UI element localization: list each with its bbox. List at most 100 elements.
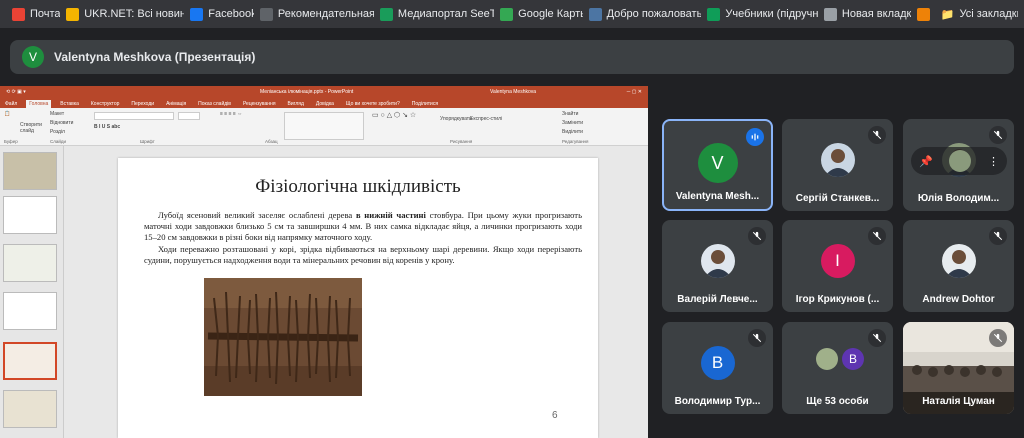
participant-tile[interactable]: Andrew Dohtor <box>903 220 1014 312</box>
participant-avatar: V <box>697 143 738 183</box>
text-options-box[interactable] <box>284 112 364 140</box>
slide-paragraph-2: Ходи переважно розташовані у корі, зрідк… <box>144 243 582 265</box>
arrange-button[interactable]: Упорядкувати <box>440 116 472 122</box>
link-icon <box>259 7 273 21</box>
bookmark-item[interactable]: Google Карты <box>494 3 583 25</box>
bookmark-label: Добро пожаловать... <box>606 8 702 20</box>
font-name-box[interactable] <box>94 112 174 120</box>
font-format-icons[interactable]: B I U S abc <box>94 124 120 130</box>
participant-tile[interactable]: Валерій Левче... <box>662 220 773 312</box>
person-photo-icon <box>944 250 973 278</box>
paste-icon[interactable]: 📋 <box>4 111 10 117</box>
shared-screen[interactable]: ⟲ ⟳ ▣ ▾ Меліанська ілюмінація.pptx - Pow… <box>0 86 648 438</box>
quick-styles-button[interactable]: Експрес-стилі <box>470 116 502 122</box>
all-bookmarks-button[interactable]: 📁 Усі закладки <box>935 3 1018 25</box>
ribbon-tab[interactable]: Вигляд <box>285 100 307 108</box>
select-button[interactable]: Виділити <box>562 129 583 135</box>
reset-button[interactable]: Відновити <box>50 120 73 126</box>
avatar: В <box>842 348 864 370</box>
slide-thumbnail[interactable] <box>3 292 57 330</box>
bookmark-item[interactable] <box>911 3 934 25</box>
folder-icon: 📁 <box>940 8 955 21</box>
ribbon-tab[interactable]: Поділитися <box>409 100 441 108</box>
all-bookmarks-label: Усі закладки <box>959 8 1018 20</box>
quick-access-icons[interactable]: ⟲ ⟳ ▣ ▾ <box>6 89 26 95</box>
participant-avatar: В <box>700 346 735 380</box>
slide-thumbnail[interactable] <box>3 196 57 234</box>
book-icon <box>707 7 721 21</box>
slide-editor[interactable]: Фізіологічна шкідливість Лубоїд ясеновий… <box>64 146 648 438</box>
new-slide-label: Створити слайд <box>20 122 42 134</box>
bookmark-item[interactable]: Рекомендательная... <box>254 3 374 25</box>
ribbon-tab[interactable]: Рецензування <box>240 100 279 108</box>
layout-button[interactable]: Макет <box>50 111 73 117</box>
window-controls-icon[interactable]: ─ ▢ ✕ <box>627 89 642 95</box>
font-size-box[interactable] <box>178 112 200 120</box>
more-options-icon[interactable]: ⋮ <box>988 155 999 168</box>
avatar <box>816 348 838 370</box>
mic-off-icon <box>989 329 1007 347</box>
mail-icon <box>12 7 25 21</box>
slide-title[interactable]: Фізіологічна шкідливість <box>118 176 598 198</box>
ribbon-tab[interactable]: Переходи <box>128 100 157 108</box>
bookmark-label: Facebook <box>208 8 254 20</box>
bookmark-item[interactable]: Добро пожаловать... <box>583 3 702 25</box>
participant-name: Наталія Цуман <box>922 396 995 407</box>
ribbon-tab[interactable]: Довідка <box>313 100 337 108</box>
participant-avatar: I <box>820 244 855 278</box>
replace-button[interactable]: Замінити <box>562 120 583 126</box>
bookmark-item[interactable]: Новая вкладка <box>818 3 912 25</box>
slide-thumbnail-selected[interactable] <box>3 342 57 380</box>
shapes-gallery[interactable]: ▭ ○ △ ⬡ ↘ ☆ <box>372 111 416 119</box>
participant-name: Valentyna Mesh... <box>675 191 760 202</box>
ribbon-tab[interactable]: Анімація <box>163 100 189 108</box>
facebook-icon <box>190 7 204 21</box>
ppt-file-title: Меліанська ілюмінація.pptx - PowerPoint <box>260 89 354 95</box>
bookmark-label: Рекомендательная... <box>277 8 374 20</box>
slide-thumbnail[interactable] <box>3 390 57 428</box>
bookmark-item[interactable]: Учебники (підручн... <box>701 3 818 25</box>
ukrnet-icon <box>66 7 80 21</box>
participant-name: Ігор Крикунов (... <box>795 294 880 305</box>
ribbon-tab[interactable]: Головна <box>26 100 52 108</box>
ribbon-tab[interactable]: Вставка <box>57 100 82 108</box>
mic-off-icon <box>989 126 1007 144</box>
slide-thumbnail[interactable] <box>3 244 57 282</box>
font-label: Шрифт <box>140 139 155 144</box>
ribbon-tab[interactable]: Що ви хочете зробити? <box>343 100 403 108</box>
bookmark-item[interactable]: Facebook <box>184 3 254 25</box>
ribbon-tab[interactable]: Файл <box>2 100 20 108</box>
pin-icon[interactable]: 📌 <box>919 155 933 168</box>
section-button[interactable]: Розділ <box>50 129 73 135</box>
participant-tile[interactable]: V Valentyna Mesh... <box>662 119 773 211</box>
participant-tile[interactable]: В Володимир Тур... <box>662 322 773 414</box>
bookmark-item[interactable]: Почта <box>6 3 60 25</box>
participant-tile[interactable]: 📌 ⋮ Юлія Володим... <box>903 119 1014 211</box>
participant-tile[interactable]: Наталія Цуман <box>903 322 1014 414</box>
seet-icon <box>379 7 393 21</box>
paragraph-icons[interactable]: ≡ ≡ ≡ ≡ ⇔ <box>220 111 242 117</box>
maps-icon <box>500 7 514 21</box>
bookmark-label: Медиапортал SeeT... <box>397 8 495 20</box>
slides-group: Макет Відновити Розділ <box>50 111 73 135</box>
find-button[interactable]: Знайти <box>562 111 583 117</box>
current-slide[interactable]: Фізіологічна шкідливість Лубоїд ясеновий… <box>118 158 598 438</box>
slide-body-text[interactable]: Лубоїд ясеновий великий заселяє ослаблен… <box>144 210 582 266</box>
bookmark-item[interactable]: UKR.NET: Всі новин... <box>60 3 184 25</box>
participant-name: Ще 53 особи <box>806 396 869 407</box>
slide-number: 6 <box>552 410 558 421</box>
new-slide-button[interactable]: Створити слайд <box>20 122 44 134</box>
vk-icon <box>588 7 602 21</box>
participant-tile[interactable]: Сергій Станкев... <box>782 119 893 211</box>
slide-thumbnails-panel[interactable] <box>0 146 64 438</box>
participant-tile[interactable]: I Ігор Крикунов (... <box>782 220 893 312</box>
participant-avatar <box>700 244 735 278</box>
ribbon-tab[interactable]: Конструктор <box>88 100 123 108</box>
ribbon-tab[interactable]: Показ слайдів <box>195 100 234 108</box>
more-avatars: В <box>816 348 864 370</box>
bookmark-item[interactable]: Медиапортал SeeT... <box>374 3 494 25</box>
slide-thumbnail[interactable] <box>3 152 57 190</box>
bookmark-label: Новая вкладка <box>841 8 912 20</box>
participant-tile[interactable]: В Ще 53 особи <box>782 322 893 414</box>
clipboard-group: 📋 <box>4 111 10 117</box>
